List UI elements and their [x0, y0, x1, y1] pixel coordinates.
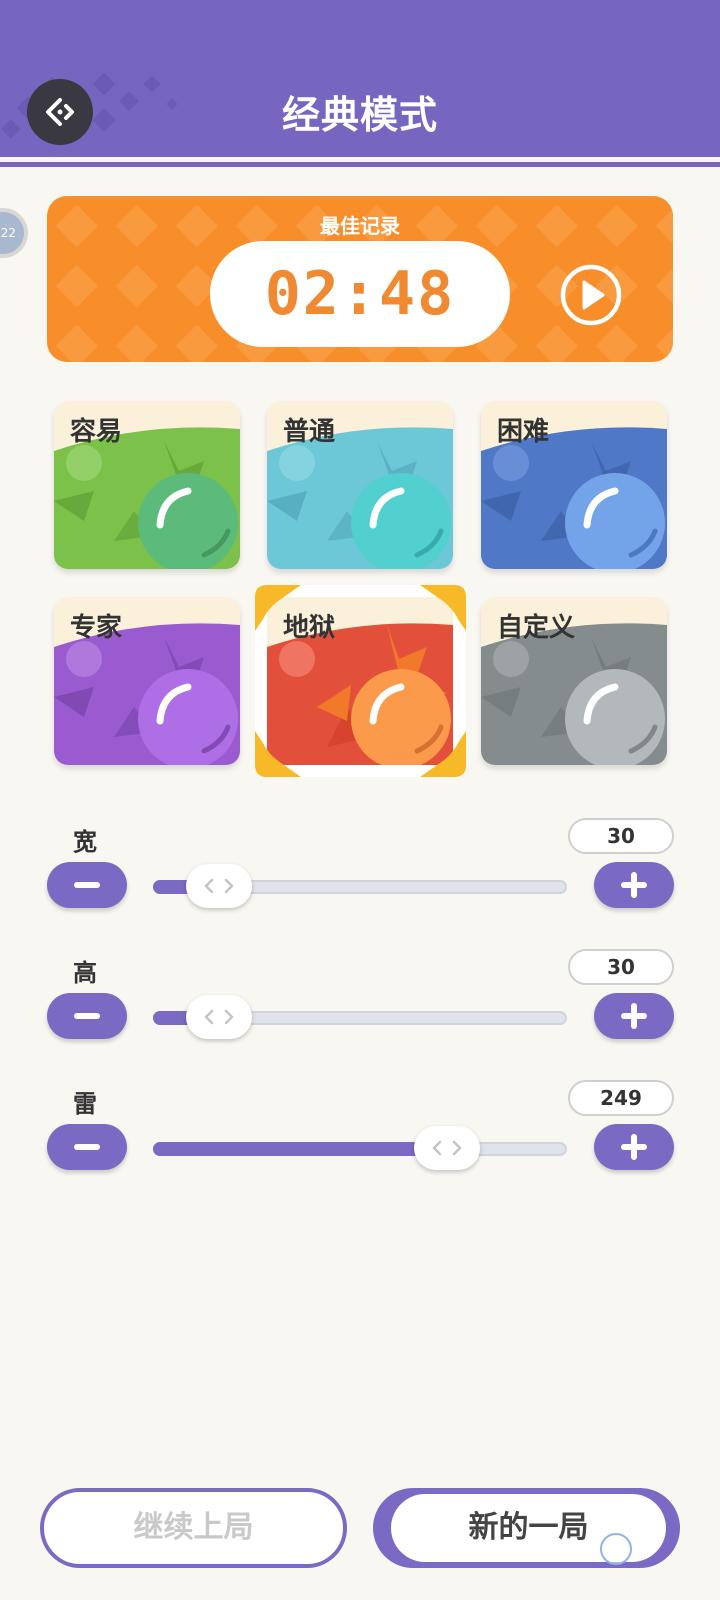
difficulty-card-normal[interactable]: 普通: [267, 401, 453, 569]
width-value: 30: [568, 818, 674, 854]
difficulty-card-expert[interactable]: 专家: [54, 597, 240, 765]
difficulty-label: 自定义: [497, 613, 576, 643]
height-slider-thumb[interactable]: [186, 995, 253, 1039]
mines-decrease-button[interactable]: [47, 1124, 127, 1170]
best-record-panel: 最佳记录 02:48: [47, 196, 673, 362]
side-badge[interactable]: 22: [0, 208, 28, 258]
plus-icon: [621, 872, 647, 898]
selection-corner-top-left: [255, 585, 301, 631]
new-game-button[interactable]: 新的一局: [373, 1488, 680, 1568]
drag-arrows-icon: [204, 1009, 234, 1025]
best-record-time-box: 02:48: [210, 241, 510, 347]
selection-corner-bottom-right: [420, 731, 466, 777]
height-label: 高: [73, 959, 97, 987]
best-record-label: 最佳记录: [320, 214, 400, 238]
difficulty-label: 专家: [70, 613, 123, 643]
height-decrease-button[interactable]: [47, 993, 127, 1039]
difficulty-card-hard[interactable]: 困难: [481, 401, 667, 569]
page-title: 经典模式: [281, 93, 438, 137]
difficulty-card-custom[interactable]: 自定义: [481, 597, 667, 765]
plus-icon: [621, 1134, 647, 1160]
best-record-time: 02:48: [264, 259, 456, 329]
header-bar: 经典模式: [0, 0, 720, 157]
selection-corner-top-right: [420, 585, 466, 631]
continue-game-button[interactable]: 继续上局: [40, 1488, 347, 1568]
mines-slider-fill: [153, 1142, 451, 1156]
mines-increase-button[interactable]: [594, 1124, 674, 1170]
width-increase-button[interactable]: [594, 862, 674, 908]
mines-value: 249: [568, 1080, 674, 1116]
height-increase-button[interactable]: [594, 993, 674, 1039]
difficulty-label: 困难: [497, 417, 550, 447]
minus-icon: [74, 1144, 100, 1150]
replay-button[interactable]: [559, 263, 623, 327]
mines-label: 雷: [73, 1090, 97, 1118]
difficulty-label: 容易: [70, 417, 123, 447]
mines-slider-track[interactable]: [153, 1142, 567, 1156]
plus-icon: [621, 1003, 647, 1029]
height-value: 30: [568, 949, 674, 985]
difficulty-card-easy[interactable]: 容易: [54, 401, 240, 569]
drag-arrows-icon: [432, 1140, 462, 1156]
width-slider-thumb[interactable]: [186, 864, 253, 908]
width-decrease-button[interactable]: [47, 862, 127, 908]
difficulty-label: 普通: [283, 417, 336, 447]
minus-icon: [74, 1013, 100, 1019]
drag-arrows-icon: [204, 878, 234, 894]
mines-slider-thumb[interactable]: [413, 1126, 480, 1170]
width-label: 宽: [73, 828, 97, 856]
minus-icon: [74, 882, 100, 888]
selection-corner-bottom-left: [255, 731, 301, 777]
touch-indicator: [600, 1533, 632, 1565]
header-divider: [0, 162, 720, 167]
play-circle-icon: [560, 264, 622, 326]
